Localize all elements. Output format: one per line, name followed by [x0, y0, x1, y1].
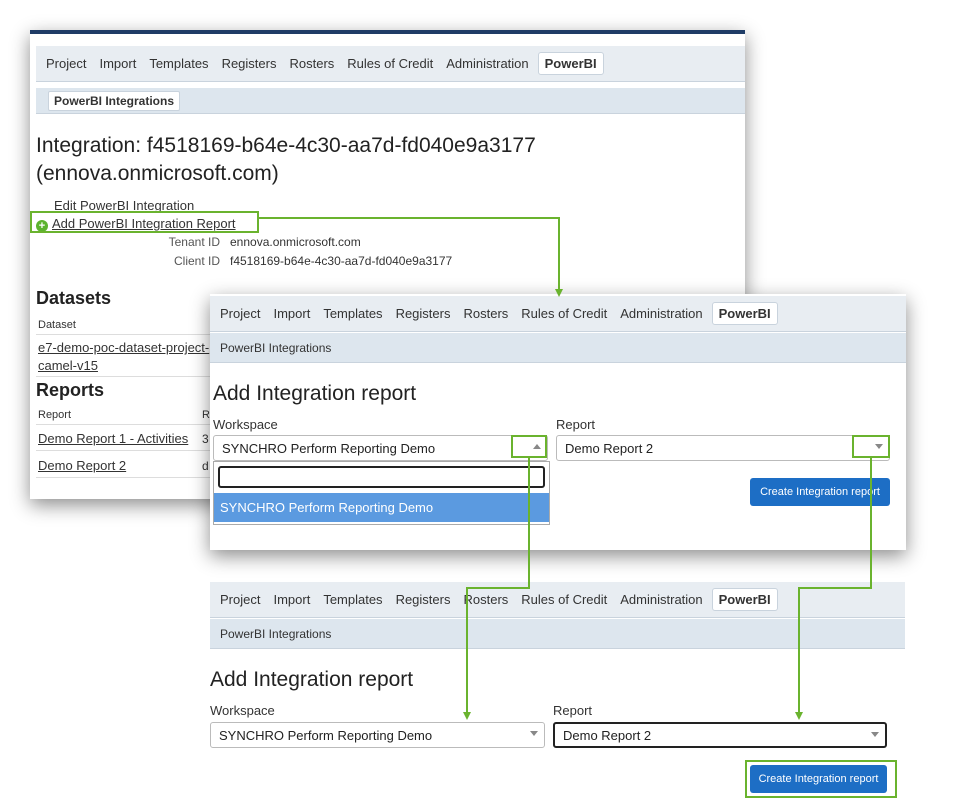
- report-row-1-extra: 3: [202, 432, 209, 446]
- main-nav: Project Import Templates Registers Roste…: [210, 296, 906, 332]
- nav-templates[interactable]: Templates: [149, 56, 208, 71]
- add-report-panel-filled: Project Import Templates Registers Roste…: [210, 580, 905, 802]
- integration-title-line2: (ennova.onmicrosoft.com): [36, 162, 279, 185]
- highlight-add-report-link: [30, 211, 259, 233]
- dataset-link-line2[interactable]: camel-v15: [38, 358, 98, 373]
- divider: [36, 334, 236, 335]
- nav-import[interactable]: Import: [273, 592, 310, 607]
- highlight-create-button: [745, 760, 897, 798]
- create-integration-report-button[interactable]: Create Integration report: [750, 478, 890, 506]
- nav-administration[interactable]: Administration: [620, 592, 702, 607]
- workspace-dropdown: SYNCHRO Perform Reporting Demo: [213, 461, 550, 525]
- datasets-heading: Datasets: [36, 288, 112, 308]
- nav-rules-of-credit[interactable]: Rules of Credit: [347, 56, 433, 71]
- report-selected-value: Demo Report 2: [565, 440, 654, 456]
- nav-rosters[interactable]: Rosters: [463, 306, 508, 321]
- nav-project[interactable]: Project: [220, 592, 260, 607]
- nav-powerbi[interactable]: PowerBI: [537, 52, 604, 75]
- add-report-panel-dropdown-open: Project Import Templates Registers Roste…: [210, 294, 906, 550]
- nav-registers[interactable]: Registers: [222, 56, 277, 71]
- report-row-1-link[interactable]: Demo Report 1 - Activities: [38, 431, 188, 446]
- report-second-column-header: R: [202, 409, 210, 421]
- workspace-selected-value: SYNCHRO Perform Reporting Demo: [219, 727, 433, 743]
- report-select[interactable]: Demo Report 2: [556, 435, 890, 461]
- dataset-column-header: Dataset: [38, 319, 76, 331]
- reports-heading: Reports: [36, 380, 105, 400]
- tenant-id-label: Tenant ID: [168, 235, 220, 249]
- nav-rosters[interactable]: Rosters: [289, 56, 334, 71]
- sub-nav: PowerBI Integrations: [36, 88, 745, 114]
- divider: [36, 424, 236, 425]
- workspace-label: Workspace: [210, 703, 275, 718]
- add-report-title: Add Integration report: [213, 382, 417, 405]
- subnav-powerbi-integrations[interactable]: PowerBI Integrations: [48, 90, 181, 111]
- nav-administration[interactable]: Administration: [620, 306, 702, 321]
- main-nav: Project Import Templates Registers Roste…: [36, 46, 745, 82]
- workspace-option[interactable]: SYNCHRO Perform Reporting Demo: [214, 493, 549, 522]
- caret-down-icon: [530, 731, 538, 736]
- workspace-selected-value: SYNCHRO Perform Reporting Demo: [222, 440, 436, 456]
- nav-powerbi[interactable]: PowerBI: [711, 302, 778, 325]
- integration-title-line1: Integration: f4518169-b64e-4c30-aa7d-fd0…: [36, 134, 536, 157]
- nav-templates[interactable]: Templates: [323, 306, 382, 321]
- highlight-workspace-caret: [511, 435, 547, 458]
- sub-nav: PowerBI Integrations: [210, 333, 906, 363]
- nav-powerbi[interactable]: PowerBI: [711, 588, 778, 611]
- caret-down-icon: [871, 732, 879, 737]
- nav-administration[interactable]: Administration: [446, 56, 528, 71]
- nav-project[interactable]: Project: [220, 306, 260, 321]
- sub-nav: PowerBI Integrations: [210, 619, 905, 649]
- nav-rules-of-credit[interactable]: Rules of Credit: [521, 592, 607, 607]
- dataset-link-line1[interactable]: e7-demo-poc-dataset-project-: [38, 340, 209, 355]
- divider: [36, 376, 236, 377]
- nav-registers[interactable]: Registers: [396, 592, 451, 607]
- workspace-search-input[interactable]: [218, 466, 545, 488]
- workspace-select[interactable]: SYNCHRO Perform Reporting Demo: [213, 435, 548, 461]
- report-label: Report: [553, 703, 593, 718]
- report-row-2-extra: d: [202, 459, 209, 473]
- nav-rules-of-credit[interactable]: Rules of Credit: [521, 306, 607, 321]
- nav-registers[interactable]: Registers: [396, 306, 451, 321]
- nav-rosters[interactable]: Rosters: [463, 592, 508, 607]
- nav-project[interactable]: Project: [46, 56, 86, 71]
- tenant-id-value: ennova.onmicrosoft.com: [230, 235, 361, 249]
- workspace-select[interactable]: SYNCHRO Perform Reporting Demo: [210, 722, 545, 748]
- main-nav: Project Import Templates Registers Roste…: [210, 582, 905, 618]
- client-id-label: Client ID: [173, 254, 220, 268]
- report-selected-value: Demo Report 2: [563, 727, 652, 743]
- report-row-2-link[interactable]: Demo Report 2: [38, 458, 126, 473]
- workspace-label: Workspace: [213, 417, 278, 432]
- subnav-powerbi-integrations[interactable]: PowerBI Integrations: [220, 627, 331, 641]
- add-report-title: Add Integration report: [210, 668, 414, 691]
- nav-import[interactable]: Import: [99, 56, 136, 71]
- client-id-value: f4518169-b64e-4c30-aa7d-fd040e9a3177: [230, 254, 453, 268]
- divider: [36, 477, 236, 478]
- report-label: Report: [556, 417, 596, 432]
- divider: [36, 450, 236, 451]
- nav-import[interactable]: Import: [273, 306, 310, 321]
- nav-templates[interactable]: Templates: [323, 592, 382, 607]
- report-column-header: Report: [38, 409, 72, 421]
- highlight-report-caret: [852, 435, 890, 458]
- report-select[interactable]: Demo Report 2: [553, 722, 887, 748]
- subnav-powerbi-integrations[interactable]: PowerBI Integrations: [220, 341, 331, 355]
